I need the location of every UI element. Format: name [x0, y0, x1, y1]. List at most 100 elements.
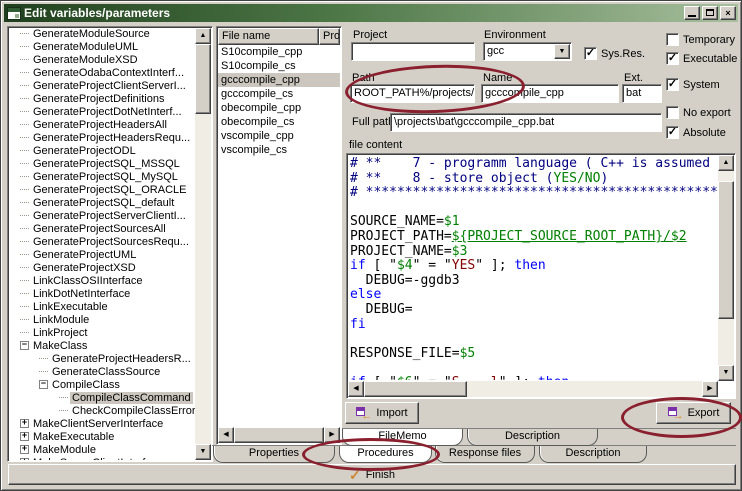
- title-bar[interactable]: Edit variables/parameters ×: [4, 4, 738, 22]
- tree-item-linkdotnetinterface[interactable]: LinkDotNetInterface: [9, 288, 195, 301]
- tree-item-generateprojectsourcesall[interactable]: GenerateProjectSourcesAll: [9, 223, 195, 236]
- file-list-item-vscompile_cs[interactable]: vscompile_cs: [218, 143, 340, 157]
- scroll-up-icon[interactable]: ▲: [718, 155, 734, 171]
- tree-item-makeclass[interactable]: −MakeClass: [9, 340, 195, 353]
- tree-item-generateclasssource[interactable]: GenerateClassSource: [9, 366, 195, 379]
- temporary-checkbox[interactable]: Temporary: [666, 33, 735, 46]
- tree-item-generateprojectdefinitions[interactable]: GenerateProjectDefinitions: [9, 93, 195, 106]
- tab-response-files[interactable]: Response files: [435, 446, 535, 463]
- tree-item-compileclass[interactable]: −CompileClass: [9, 379, 195, 392]
- tree-item-checkcompileclasserror[interactable]: CheckCompileClassError: [9, 405, 195, 418]
- tree-item-compileclasscommand[interactable]: CompileClassCommand: [9, 392, 195, 405]
- tree-item-makeserverclientinterf-[interactable]: +MakeServerClientInterf...: [9, 457, 195, 460]
- tree-item-generateprojectheadersr-[interactable]: GenerateProjectHeadersR...: [9, 353, 195, 366]
- tree-item-generateprojectsql-mssql[interactable]: GenerateProjectSQL_MSSQL: [9, 158, 195, 171]
- editor-vscrollbar[interactable]: ▲ ▼: [718, 155, 734, 381]
- checkbox-box[interactable]: ✓: [666, 126, 679, 139]
- tree-item-generateprojectserverclienti-[interactable]: GenerateProjectServerClientI...: [9, 210, 195, 223]
- file-list-item-obecompile_cpp[interactable]: obecompile_cpp: [218, 101, 340, 115]
- tree-scrollbar[interactable]: ▲ ▼: [195, 28, 211, 460]
- tab-properties[interactable]: Properties: [213, 446, 335, 463]
- tree-item-generateprojectheadersrequ-[interactable]: GenerateProjectHeadersRequ...: [9, 132, 195, 145]
- tree-item-makeexecutable[interactable]: +MakeExecutable: [9, 431, 195, 444]
- scroll-down-icon[interactable]: ▼: [718, 365, 734, 381]
- name-field[interactable]: gcccompile_cpp: [481, 84, 619, 103]
- tree-item-linkclassosiinterface[interactable]: LinkClassOSIInterface: [9, 275, 195, 288]
- system-checkbox[interactable]: ✓System: [666, 78, 720, 91]
- expand-icon[interactable]: +: [20, 458, 29, 460]
- tab-filememo[interactable]: FileMemo: [342, 429, 463, 446]
- checkbox-box[interactable]: ✓: [666, 78, 679, 91]
- editor-hscroll-thumb[interactable]: [364, 381, 467, 397]
- column-header-filename[interactable]: File name: [218, 28, 319, 45]
- path-field[interactable]: ROOT_PATH%/projects/bat: [350, 84, 475, 103]
- tree-item-linkexecutable[interactable]: LinkExecutable: [9, 301, 195, 314]
- editor-hscrollbar[interactable]: ◀ ▶: [348, 381, 718, 397]
- file-list-item-obecompile_cs[interactable]: obecompile_cs: [218, 115, 340, 129]
- tree-item-makeclientserverinterface[interactable]: +MakeClientServerInterface: [9, 418, 195, 431]
- tree-item-generateprojectheadersall[interactable]: GenerateProjectHeadersAll: [9, 119, 195, 132]
- tree-item-linkmodule[interactable]: LinkModule: [9, 314, 195, 327]
- scroll-down-icon[interactable]: ▼: [195, 444, 211, 460]
- file-list-item-S10compile_cs[interactable]: S10compile_cs: [218, 59, 340, 73]
- executable-checkbox[interactable]: ✓Executable: [666, 52, 737, 65]
- tree-item-makemodule[interactable]: +MakeModule: [9, 444, 195, 457]
- tree-item-generateprojectsql-default[interactable]: GenerateProjectSQL_default: [9, 197, 195, 210]
- minimize-button[interactable]: [684, 6, 700, 20]
- editor-vscroll-thumb[interactable]: [718, 181, 734, 319]
- tree-item-generateprojectclientserveri-[interactable]: GenerateProjectClientServerI...: [9, 80, 195, 93]
- tree-item-generateodabacontextinterf-[interactable]: GenerateOdabaContextInterf...: [9, 67, 195, 80]
- tree-item-generatemodulesource[interactable]: GenerateModuleSource: [9, 28, 195, 41]
- tree-item-generatemoduleuml[interactable]: GenerateModuleUML: [9, 41, 195, 54]
- tab-procedures[interactable]: Procedures: [339, 446, 432, 463]
- file-list-item-gcccompile_cs[interactable]: gcccompile_cs: [218, 87, 340, 101]
- tree-item-generateprojectdotnetinterf-[interactable]: GenerateProjectDotNetInterf...: [9, 106, 195, 119]
- tree-item-generateprojectsql-mysql[interactable]: GenerateProjectSQL_MySQL: [9, 171, 195, 184]
- tree-item-generateprojectxsd[interactable]: GenerateProjectXSD: [9, 262, 195, 275]
- close-icon[interactable]: ×: [720, 6, 736, 20]
- scroll-right-icon[interactable]: ▶: [702, 381, 718, 397]
- full-path-field[interactable]: \projects\bat\gcccompile_cpp.bat: [390, 113, 662, 132]
- scroll-right-icon[interactable]: ▶: [324, 427, 340, 443]
- tree-item-generateprojectsourcesrequ-[interactable]: GenerateProjectSourcesRequ...: [9, 236, 195, 249]
- sysres-checkbox[interactable]: ✓Sys.Res.: [584, 47, 645, 60]
- tree-item-generateprojectsql-oracle[interactable]: GenerateProjectSQL_ORACLE: [9, 184, 195, 197]
- tree-item-generateprojectuml[interactable]: GenerateProjectUML: [9, 249, 195, 262]
- checkbox-box[interactable]: [666, 33, 679, 46]
- tree-item-generatemodulexsd[interactable]: GenerateModuleXSD: [9, 54, 195, 67]
- expand-icon[interactable]: +: [20, 432, 29, 441]
- export-button[interactable]: → Export: [656, 402, 731, 424]
- checkbox-box[interactable]: [666, 106, 679, 119]
- scroll-left-icon[interactable]: ◀: [218, 427, 234, 443]
- collapse-icon[interactable]: −: [39, 380, 48, 389]
- import-button[interactable]: ← Import: [345, 402, 419, 424]
- scroll-up-icon[interactable]: ▲: [195, 28, 211, 44]
- tree-scroll-thumb[interactable]: [195, 44, 211, 114]
- checkbox-box[interactable]: ✓: [584, 47, 597, 60]
- file-list-scroll-thumb[interactable]: [234, 427, 324, 443]
- environment-combobox[interactable]: gcc ▼: [483, 42, 572, 61]
- full-path-label: Full path: [352, 116, 394, 128]
- tab-description[interactable]: Description: [539, 446, 647, 463]
- expand-icon[interactable]: +: [20, 419, 29, 428]
- noexport-checkbox[interactable]: No export: [666, 106, 731, 119]
- file-list-item-S10compile_cpp[interactable]: S10compile_cpp: [218, 45, 340, 59]
- tree-item-generateprojectodl[interactable]: GenerateProjectODL: [9, 145, 195, 158]
- expand-icon[interactable]: +: [20, 445, 29, 454]
- maximize-button[interactable]: [702, 6, 718, 20]
- file-list-item-vscompile_cpp[interactable]: vscompile_cpp: [218, 129, 340, 143]
- file-list-item-gcccompile_cpp[interactable]: gcccompile_cpp: [218, 73, 340, 87]
- collapse-icon[interactable]: −: [20, 341, 29, 350]
- file-list-hscrollbar[interactable]: ◀ ▶: [218, 427, 340, 443]
- checkbox-box[interactable]: ✓: [666, 52, 679, 65]
- scroll-left-icon[interactable]: ◀: [348, 381, 364, 397]
- ext-field[interactable]: bat: [622, 84, 662, 103]
- tab-description[interactable]: Description: [467, 429, 598, 446]
- finish-button[interactable]: ✓ Finish: [8, 464, 736, 485]
- file-content-editor[interactable]: # ** 7 - programm language ( C++ is assu…: [346, 153, 736, 399]
- tree-item-linkproject[interactable]: LinkProject: [9, 327, 195, 340]
- chevron-down-icon[interactable]: ▼: [554, 44, 570, 59]
- project-field[interactable]: [351, 42, 475, 61]
- column-header-pro[interactable]: Pro: [319, 28, 340, 45]
- absolute-checkbox[interactable]: ✓Absolute: [666, 126, 726, 139]
